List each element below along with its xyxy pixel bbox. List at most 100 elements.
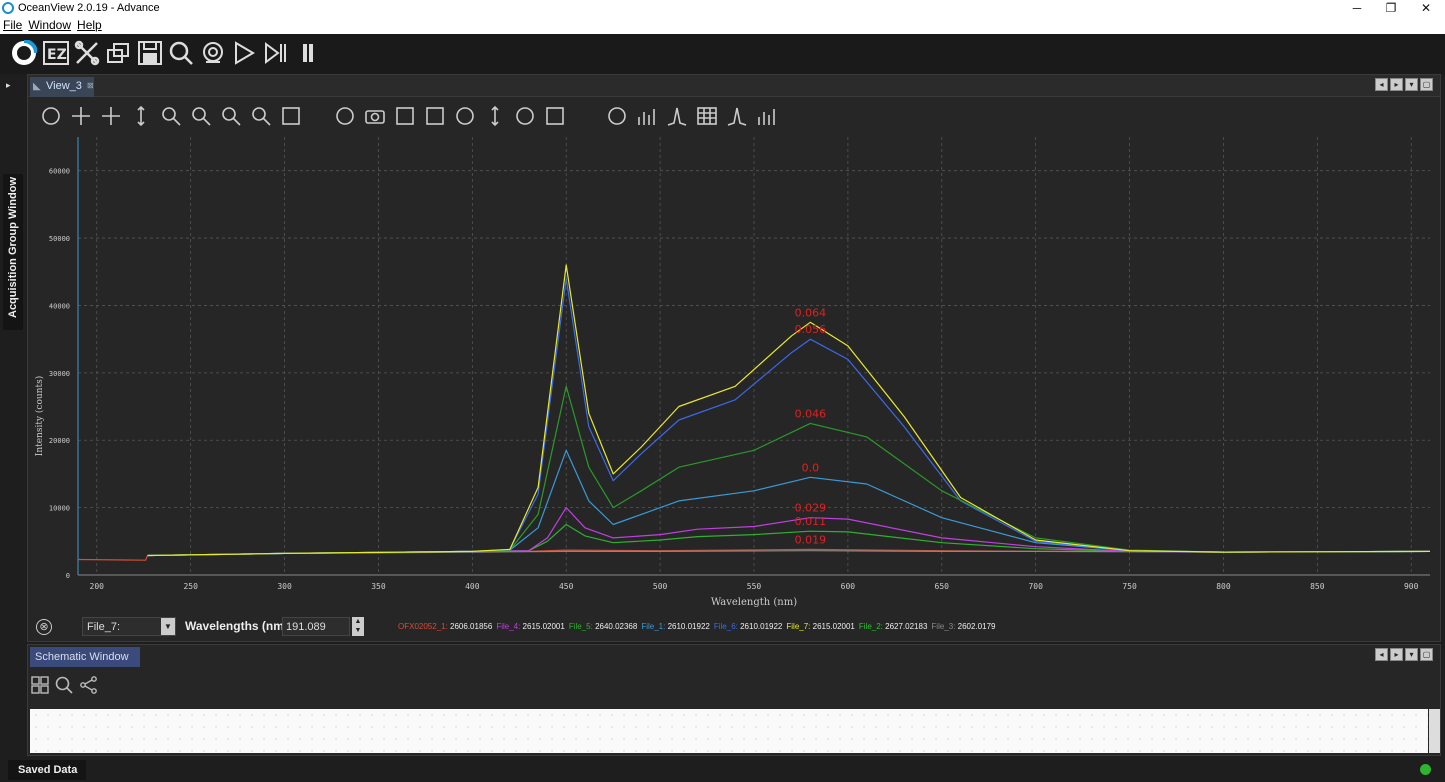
series-annotation: 0.0 [802, 461, 820, 474]
menu-window[interactable]: Window [25, 17, 74, 33]
left-dock-strip: ▸ Acquisition Group Window [0, 74, 27, 782]
legend-series-name: File_4: [496, 622, 521, 631]
menu-help[interactable]: Help [74, 17, 105, 33]
menu-bar: File Window Help [0, 17, 1445, 34]
autoscale-icon[interactable] [40, 105, 62, 127]
legend-series-name: File_6: [713, 622, 738, 631]
snapshot-icon[interactable] [364, 105, 386, 127]
tools-icon[interactable] [73, 39, 101, 67]
peak-icon[interactable] [514, 105, 536, 127]
peak-finder-icon[interactable] [666, 105, 688, 127]
hand-icon[interactable] [280, 105, 302, 127]
y-tick-label: 40000 [49, 302, 70, 310]
minimize-button[interactable]: ─ [1342, 0, 1372, 17]
delete-overlay-icon[interactable] [394, 105, 416, 127]
auto-graph-icon[interactable] [606, 105, 628, 127]
graph-tab-icon: ◣ [33, 81, 41, 92]
x-tick-label: 900 [1404, 582, 1419, 591]
x-tick-label: 600 [841, 582, 856, 591]
schematic-maximize-button[interactable]: ▢ [1420, 648, 1433, 661]
schematic-toolbar [28, 673, 228, 699]
cursor-status-row: ⊗ File_7: ▼ Wavelengths (nm) 191.089 ▲ ▼ … [28, 613, 1440, 641]
play-icon[interactable] [230, 39, 258, 67]
schematic-next-button[interactable]: ▸ [1390, 648, 1403, 661]
wavelength-spinner[interactable]: ▲ ▼ [352, 617, 364, 636]
graph-toolbar [28, 99, 1440, 133]
x-tick-label: 800 [1216, 582, 1231, 591]
rescale-icon[interactable] [334, 105, 356, 127]
crosshair-icon[interactable] [100, 105, 122, 127]
zoom-in-icon[interactable] [190, 105, 212, 127]
panel-maximize-button[interactable]: ▢ [1420, 78, 1433, 91]
main-toolbar: EZ [0, 34, 1445, 74]
y-tick-label: 60000 [49, 168, 70, 176]
view-panel: ◣ View_3 ⊠ ◂ ▸ ▾ ▢ 200 250 300 350 400 450 500… [27, 74, 1441, 642]
tab-view-3[interactable]: ◣ View_3 ⊠ [30, 77, 94, 97]
schematic-icon[interactable] [104, 39, 132, 67]
save-icon[interactable] [136, 39, 164, 67]
wavelength-input[interactable]: 191.089 [282, 617, 350, 636]
tab-saved-data[interactable]: Saved Data [8, 760, 86, 780]
panel-minimize-button[interactable]: ▾ [1405, 78, 1418, 91]
schematic-minimize-button[interactable]: ▾ [1405, 648, 1418, 661]
layout-grid-icon[interactable] [31, 676, 49, 697]
search-icon[interactable] [167, 39, 195, 67]
schematic-prev-button[interactable]: ◂ [1375, 648, 1388, 661]
table-icon[interactable] [696, 105, 718, 127]
step-icon[interactable] [262, 39, 290, 67]
vertical-scale-icon[interactable] [130, 105, 152, 127]
pin-icon[interactable]: ▸ [6, 80, 18, 90]
spectrum-icon[interactable] [726, 105, 748, 127]
spectrometer-icon[interactable] [199, 39, 227, 67]
clear-cursor-button[interactable]: ⊗ [36, 619, 52, 635]
series-annotation: 0.011 [795, 515, 827, 528]
schematic-canvas[interactable] [30, 709, 1428, 753]
y-tick-label: 10000 [49, 505, 70, 513]
x-tick-label: 300 [277, 582, 292, 591]
chevron-down-icon[interactable]: ▼ [161, 618, 175, 635]
series-annotation: 0.019 [795, 533, 827, 546]
cursor-value-legend: OFX02052_1: 2606.01856 File_4: 2615.02001… [398, 622, 999, 631]
connect-icon[interactable] [80, 676, 98, 697]
spectrum-chart[interactable]: 200 250 300 350 400 450 500 550 600 650 700 750 800 8… [28, 133, 1440, 613]
file-select-dropdown[interactable]: File_7: ▼ [82, 617, 176, 636]
x-tick-label: 250 [183, 582, 198, 591]
pan-icon[interactable] [70, 105, 92, 127]
print-icon[interactable] [544, 105, 566, 127]
legend-series-value: 2615.02001 [810, 622, 855, 631]
x-tick-label: 400 [465, 582, 480, 591]
overlays-icon[interactable] [756, 105, 778, 127]
svg-text:EZ: EZ [47, 47, 67, 63]
ez-mode-icon[interactable]: EZ [42, 39, 70, 67]
panel-prev-button[interactable]: ◂ [1375, 78, 1388, 91]
legend-series-value: 2615.02001 [520, 622, 565, 631]
oceanview-logo-icon[interactable] [10, 39, 38, 67]
legend-series-name: File_5: [568, 622, 593, 631]
y-tick-label: 0 [66, 572, 70, 580]
legend-series-name: File_1: [641, 622, 666, 631]
undo-icon[interactable] [454, 105, 476, 127]
schematic-search-icon[interactable] [55, 676, 73, 697]
tab-schematic-window[interactable]: Schematic Window [30, 647, 140, 667]
pause-icon[interactable] [294, 39, 322, 67]
chart-icon[interactable] [636, 105, 658, 127]
overlay-icon[interactable] [484, 105, 506, 127]
export-icon[interactable] [424, 105, 446, 127]
window-title: OceanView 2.0.19 - Advance [18, 2, 160, 14]
panel-next-button[interactable]: ▸ [1390, 78, 1403, 91]
status-indicator [1420, 764, 1431, 775]
x-tick-label: 550 [747, 582, 762, 591]
restore-button[interactable]: ❐ [1376, 0, 1406, 17]
menu-file[interactable]: File [0, 17, 25, 33]
acquisition-group-tab[interactable]: Acquisition Group Window [3, 174, 23, 330]
zoom-region-icon[interactable] [160, 105, 182, 127]
zoom-reset-icon[interactable] [250, 105, 272, 127]
tab-close-icon[interactable]: ⊠ [87, 81, 94, 90]
schematic-panel: Schematic Window ◂ ▸ ▾ ▢ [27, 644, 1441, 756]
zoom-out-icon[interactable] [220, 105, 242, 127]
close-button[interactable]: ✕ [1411, 0, 1441, 17]
file-select-value: File_7: [87, 621, 121, 633]
schematic-scrollbar[interactable] [1429, 709, 1440, 753]
y-tick-label: 30000 [49, 370, 70, 378]
legend-series-value: 2610.01922 [665, 622, 710, 631]
